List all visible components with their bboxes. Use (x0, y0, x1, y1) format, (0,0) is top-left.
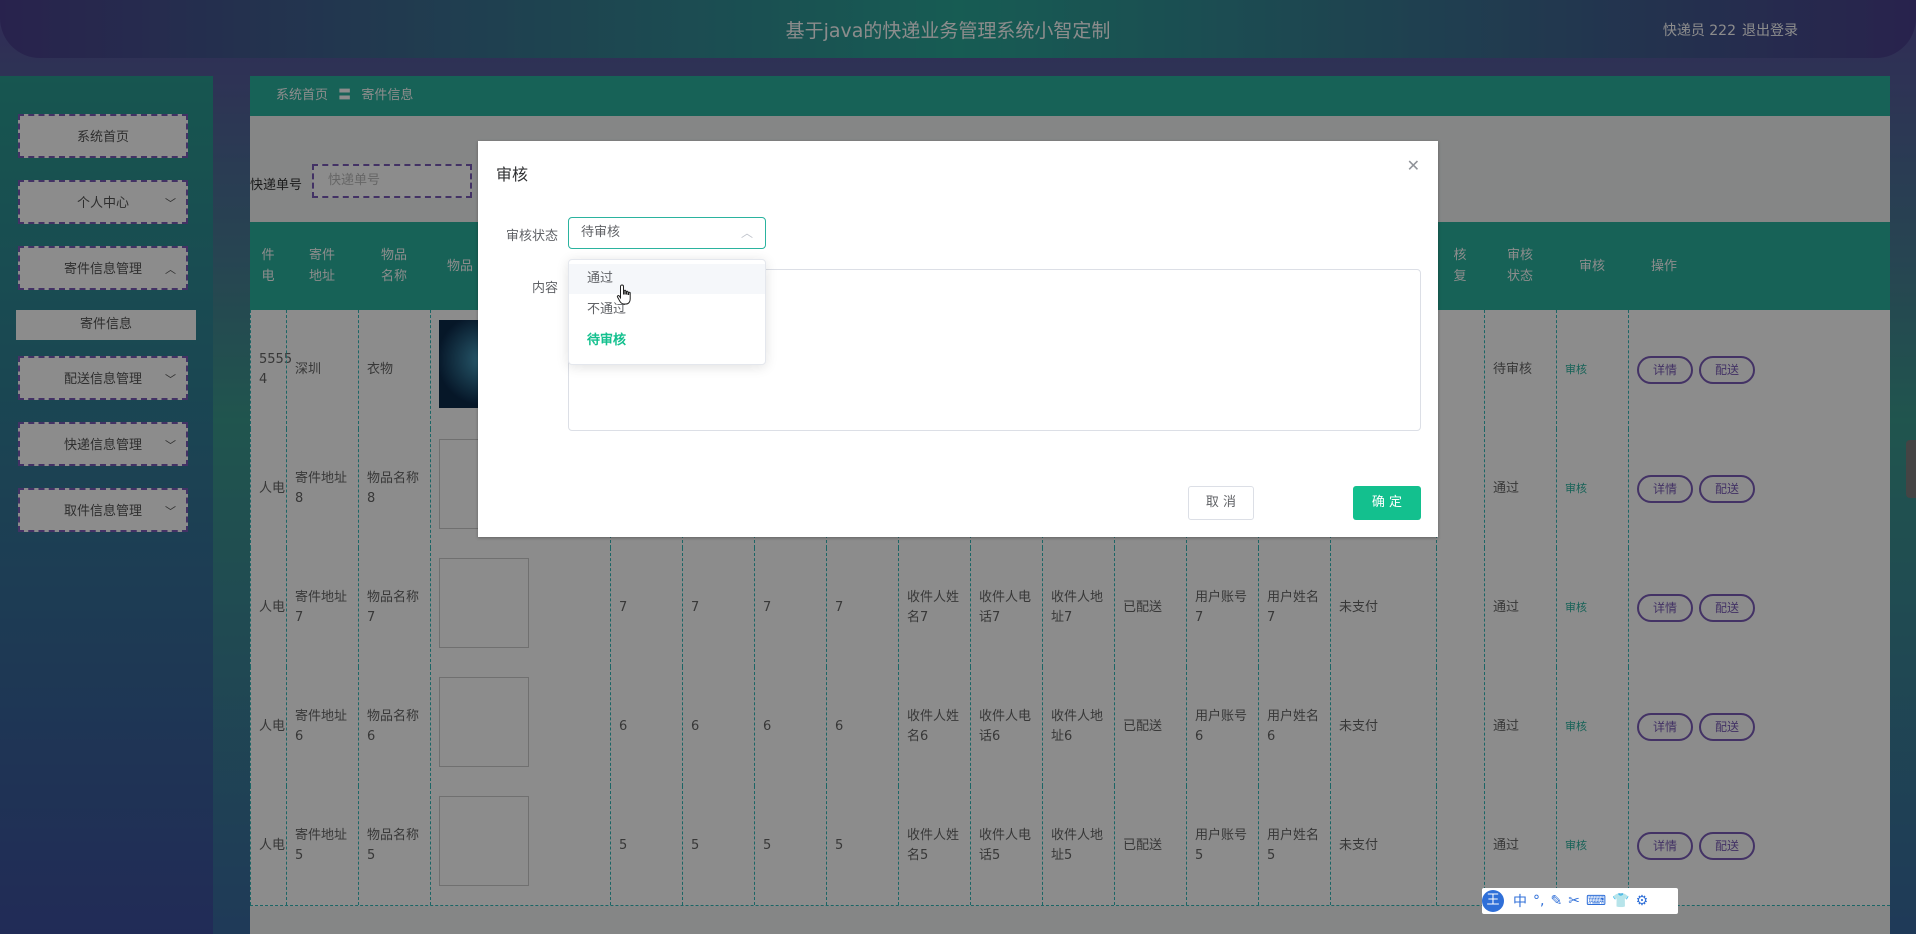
confirm-button[interactable]: 确 定 (1353, 486, 1421, 520)
ime-logo[interactable]: 王 (1482, 890, 1504, 912)
dialog-title: 审核 (496, 165, 529, 184)
ime-toolbar: 王 中 °, ✎ ✂ ⌨ 👕 ⚙ (1482, 888, 1678, 914)
side-panel-handle[interactable] (1906, 440, 1916, 498)
ime-handwrite-icon[interactable]: ✎ (1550, 893, 1562, 909)
ime-keyboard-icon[interactable]: ⌨ (1586, 893, 1606, 909)
close-icon[interactable]: ✕ (1407, 156, 1420, 175)
ime-scissors-icon[interactable]: ✂ (1568, 893, 1580, 909)
cancel-button[interactable]: 取 消 (1188, 486, 1254, 520)
option-pass[interactable]: 通过 (569, 264, 765, 294)
status-select-value: 待审核 (581, 225, 621, 240)
status-dropdown: 通过 不通过 待审核 (568, 259, 766, 365)
chevron-up-icon: ︿ (740, 226, 753, 240)
ime-skin-icon[interactable]: 👕 (1612, 893, 1629, 909)
content-label: 内容 (531, 281, 558, 296)
ime-punctuation-icon[interactable]: °, (1533, 893, 1544, 909)
ime-settings-icon[interactable]: ⚙ (1636, 893, 1649, 909)
status-label: 审核状态 (505, 229, 558, 244)
hand-cursor-icon (616, 284, 631, 305)
option-pending[interactable]: 待审核 (569, 326, 765, 356)
ime-chinese-mode-icon[interactable]: 中 (1513, 891, 1527, 911)
option-reject[interactable]: 不通过 (569, 295, 765, 325)
status-select[interactable]: 待审核 ︿ (568, 217, 766, 249)
